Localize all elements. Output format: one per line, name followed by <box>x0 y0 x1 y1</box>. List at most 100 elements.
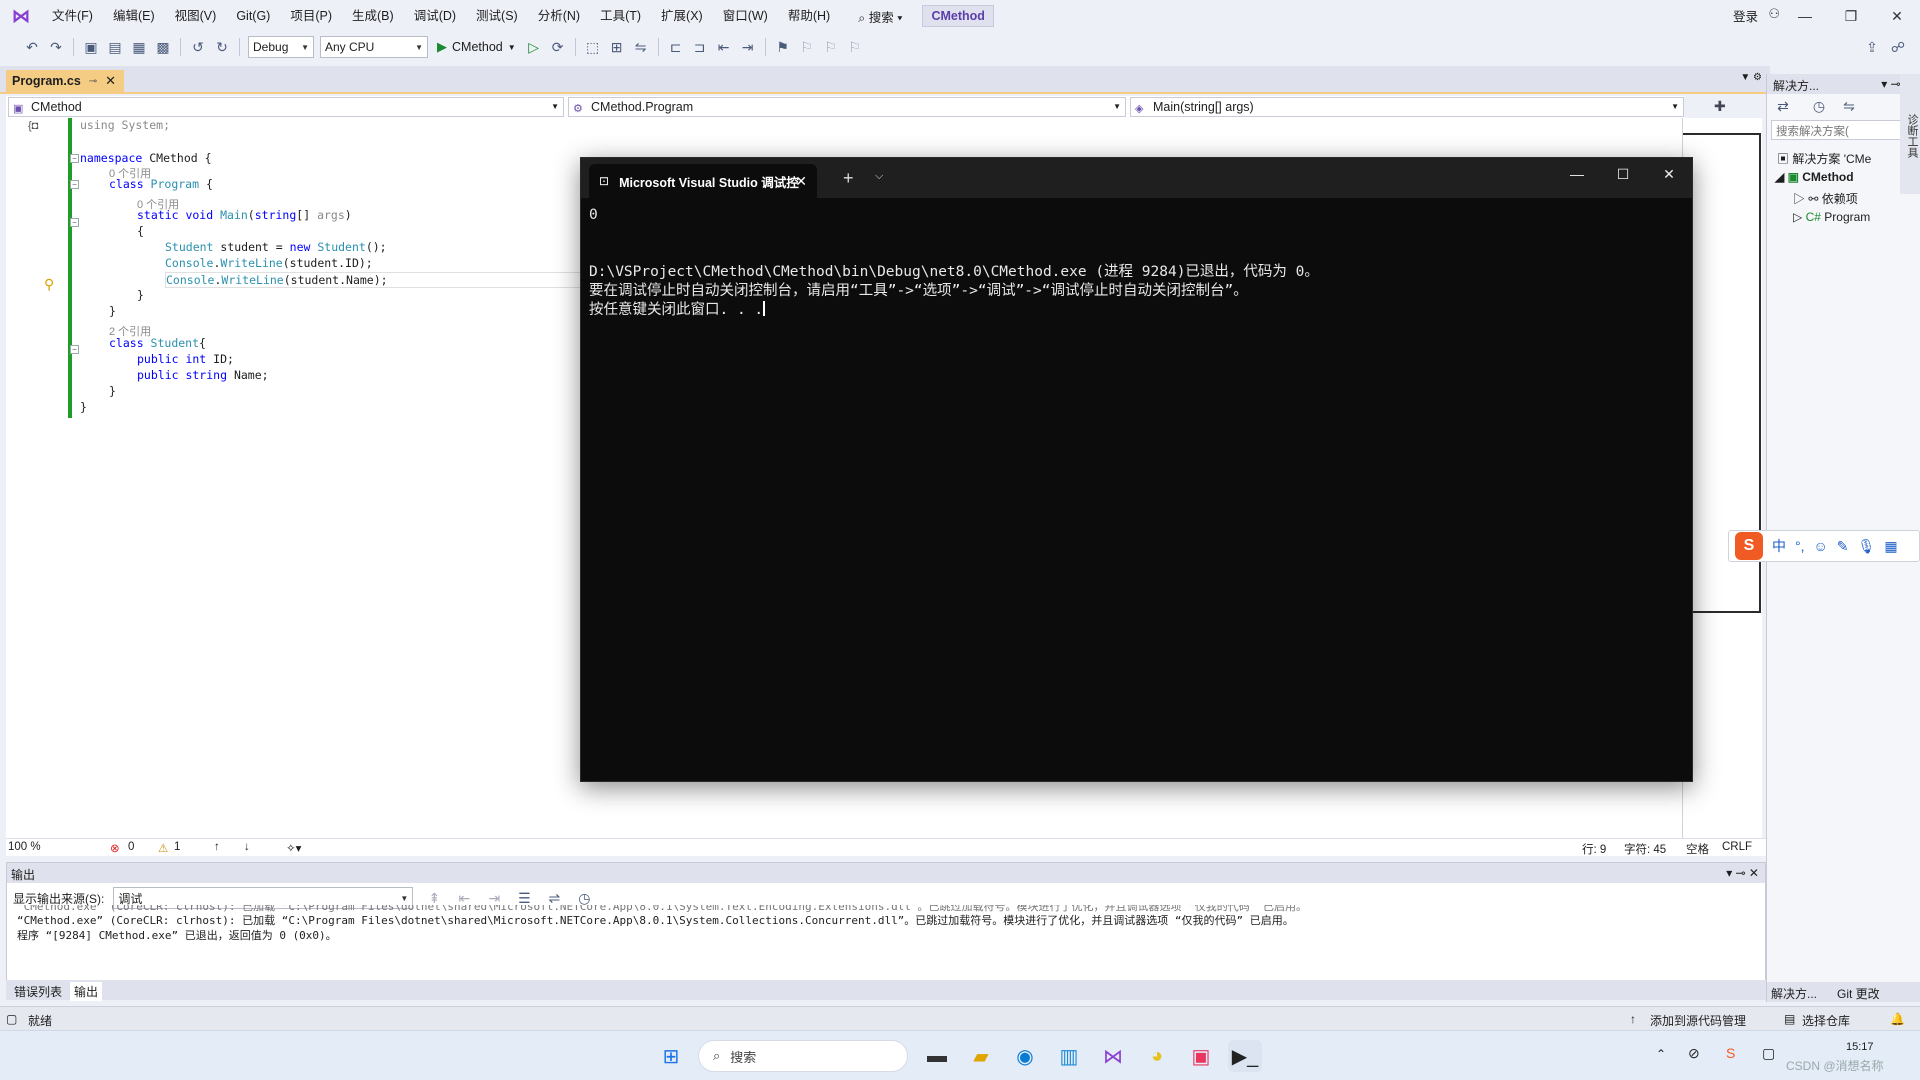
task-view-icon[interactable]: ▬ <box>920 1040 954 1072</box>
emoji-icon[interactable]: ☺ <box>1814 538 1828 554</box>
tab-output[interactable]: 输出 <box>70 982 103 1001</box>
fold-toggle[interactable]: − <box>70 154 79 163</box>
history-icon[interactable]: ◷ <box>1809 96 1829 116</box>
grid-icon[interactable]: ▦ <box>1884 538 1897 555</box>
chevron-up-icon[interactable]: ⌃ <box>1656 1047 1666 1061</box>
bookmark-icon[interactable]: ⚑ <box>773 37 793 57</box>
start-debugging-button[interactable]: ▶ CMethod ▼ <box>437 39 516 55</box>
pen-icon[interactable]: ✎ <box>1837 538 1849 555</box>
project-nav-select[interactable]: ▣ CMethod ▼ <box>8 97 564 117</box>
save-all-icon[interactable]: ▩ <box>153 37 173 57</box>
clock-time[interactable]: 15:17 <box>1846 1041 1874 1053</box>
warning-count[interactable]: 1 <box>174 841 180 853</box>
open-folder-icon[interactable]: ▤ <box>105 37 125 57</box>
login-link[interactable]: 登录 <box>1733 6 1758 25</box>
tab-solution-explorer[interactable]: 解决方... <box>1771 985 1817 1002</box>
menu-file[interactable]: 文件(F) <box>42 0 103 32</box>
menu-build[interactable]: 生成(B) <box>342 0 404 32</box>
taskbar-search[interactable]: ⌕ 搜索 <box>698 1040 908 1072</box>
hot-reload-icon[interactable]: ⟳ <box>548 37 568 57</box>
tree-project[interactable]: ◢ ▣ CMethod <box>1775 170 1854 184</box>
column-number[interactable]: 字符: 45 <box>1624 841 1666 857</box>
prev-bookmark-icon[interactable]: ⚐ <box>797 37 817 57</box>
next-bookmark-icon[interactable]: ⚐ <box>821 37 841 57</box>
visual-studio-taskbar-icon[interactable]: ⋈ <box>1096 1040 1130 1072</box>
menu-edit[interactable]: 编辑(E) <box>103 0 165 32</box>
visual-studio-logo-icon[interactable]: ⋈ <box>10 5 32 27</box>
fold-toggle[interactable]: − <box>70 345 79 354</box>
new-tab-icon[interactable]: + <box>843 168 854 189</box>
select-repository[interactable]: 选择仓库 <box>1802 1012 1850 1029</box>
menu-window[interactable]: 窗口(W) <box>713 0 778 32</box>
line-ending[interactable]: CRLF <box>1722 841 1752 853</box>
menu-view[interactable]: 视图(V) <box>165 0 227 32</box>
diagnostic-tools-side-tab[interactable]: 诊断工具 <box>1900 74 1920 194</box>
arrow-up-icon[interactable]: ↑ <box>214 841 220 853</box>
solution-search-input[interactable]: 搜索解决方案( <box>1771 120 1915 140</box>
console-close-button[interactable]: ✕ <box>1646 166 1692 183</box>
console-tab[interactable]: ⊡ Microsoft Visual Studio 调试控 ✕ <box>589 164 817 198</box>
close-icon[interactable]: ✕ <box>795 173 807 190</box>
network-icon[interactable]: ⊘ <box>1688 1045 1700 1062</box>
tab-git-changes[interactable]: Git 更改 <box>1837 985 1880 1002</box>
sync-icon[interactable]: ⇄ <box>1773 96 1793 116</box>
search-menu[interactable]: ⌕ 搜索 ▾ <box>848 7 912 26</box>
debug-console-window[interactable]: ⊡ Microsoft Visual Studio 调试控 ✕ + ⌵ — ☐ … <box>580 157 1693 782</box>
tab-program-cs[interactable]: Program.cs ⊸ ✕ <box>6 70 124 92</box>
format-icon[interactable]: ⊐ <box>690 37 710 57</box>
type-nav-select[interactable]: ⚙ CMethod.Program ▼ <box>568 97 1126 117</box>
wechat-icon[interactable]: ◕ <box>1140 1040 1174 1072</box>
start-without-debugging-icon[interactable]: ▷ <box>524 37 544 57</box>
restore-button[interactable]: ❐ <box>1828 0 1874 32</box>
back-icon[interactable]: ↶ <box>22 37 42 57</box>
add-to-source-control[interactable]: 添加到源代码管理 <box>1650 1012 1746 1029</box>
switch-views-icon[interactable]: ⇋ <box>1839 96 1859 116</box>
share-icon[interactable]: ⇪ <box>1862 37 1882 57</box>
split-editor-icon[interactable]: ✚ <box>1714 98 1726 115</box>
close-window-button[interactable]: ✕ <box>1874 0 1920 32</box>
close-icon[interactable]: ✕ <box>105 73 116 89</box>
volume-icon[interactable]: ▢ <box>1762 1045 1775 1062</box>
configuration-select[interactable]: Debug ▼ <box>248 36 314 58</box>
tree-file[interactable]: ▷ C# Program <box>1793 210 1870 224</box>
menu-project[interactable]: 项目(P) <box>280 0 342 32</box>
tab-error-list[interactable]: 错误列表 <box>10 982 66 1001</box>
edge-browser-icon[interactable]: ◉ <box>1008 1040 1042 1072</box>
file-explorer-icon[interactable]: ▰ <box>964 1040 998 1072</box>
fold-toggle[interactable]: − <box>70 180 79 189</box>
tab-list-dropdown-icon[interactable]: ▼ ⚙ <box>1740 72 1762 83</box>
lightbulb-icon[interactable]: ⚲ <box>44 276 54 293</box>
panel-controls-icon[interactable]: ▾ ⊸ ✕ <box>1726 866 1759 880</box>
minimize-button[interactable]: — <box>1782 0 1828 32</box>
code-map-icon[interactable]: ⊏ <box>666 37 686 57</box>
punctuation-icon[interactable]: °, <box>1795 538 1805 554</box>
undo-icon[interactable]: ↺ <box>188 37 208 57</box>
menu-git[interactable]: Git(G) <box>226 0 280 32</box>
outdent-icon[interactable]: ⇤ <box>714 37 734 57</box>
clear-bookmarks-icon[interactable]: ⚐ <box>845 37 865 57</box>
menu-help[interactable]: 帮助(H) <box>778 0 840 32</box>
sogou-tray-icon[interactable]: S <box>1726 1045 1735 1061</box>
chevron-down-icon[interactable]: ⌵ <box>875 170 883 183</box>
console-minimize-button[interactable]: — <box>1554 166 1600 182</box>
feedback-icon[interactable]: ☍ <box>1888 37 1908 57</box>
error-count[interactable]: 0 <box>128 841 134 853</box>
platform-select[interactable]: Any CPU ▼ <box>320 36 428 58</box>
account-icon[interactable]: ⚇ <box>1768 6 1780 22</box>
zoom-level[interactable]: 100 % <box>8 841 41 853</box>
console-maximize-button[interactable]: ☐ <box>1600 166 1646 183</box>
member-nav-select[interactable]: ◈ Main(string[] args) ▼ <box>1130 97 1684 117</box>
menu-test[interactable]: 测试(S) <box>466 0 528 32</box>
tree-dependencies[interactable]: ▷ ⚯ 依赖项 <box>1793 190 1858 207</box>
forward-icon[interactable]: ↷ <box>46 37 66 57</box>
microphone-icon[interactable]: 🎙 <box>1858 538 1876 555</box>
save-icon[interactable]: ▦ <box>129 37 149 57</box>
bilibili-icon[interactable]: ▣ <box>1184 1040 1218 1072</box>
menu-analyze[interactable]: 分析(N) <box>528 0 590 32</box>
code-cleanup-icon[interactable]: ✧▾ <box>286 841 301 855</box>
ime-toolbar[interactable]: S 中 °, ☺ ✎ 🎙 ▦ <box>1728 530 1920 562</box>
warning-icon[interactable]: ⚠ <box>158 841 168 855</box>
pin-icon[interactable]: ⊸ <box>89 76 97 87</box>
store-app-icon[interactable]: ▥ <box>1052 1040 1086 1072</box>
code-minimap[interactable] <box>1682 118 1762 838</box>
